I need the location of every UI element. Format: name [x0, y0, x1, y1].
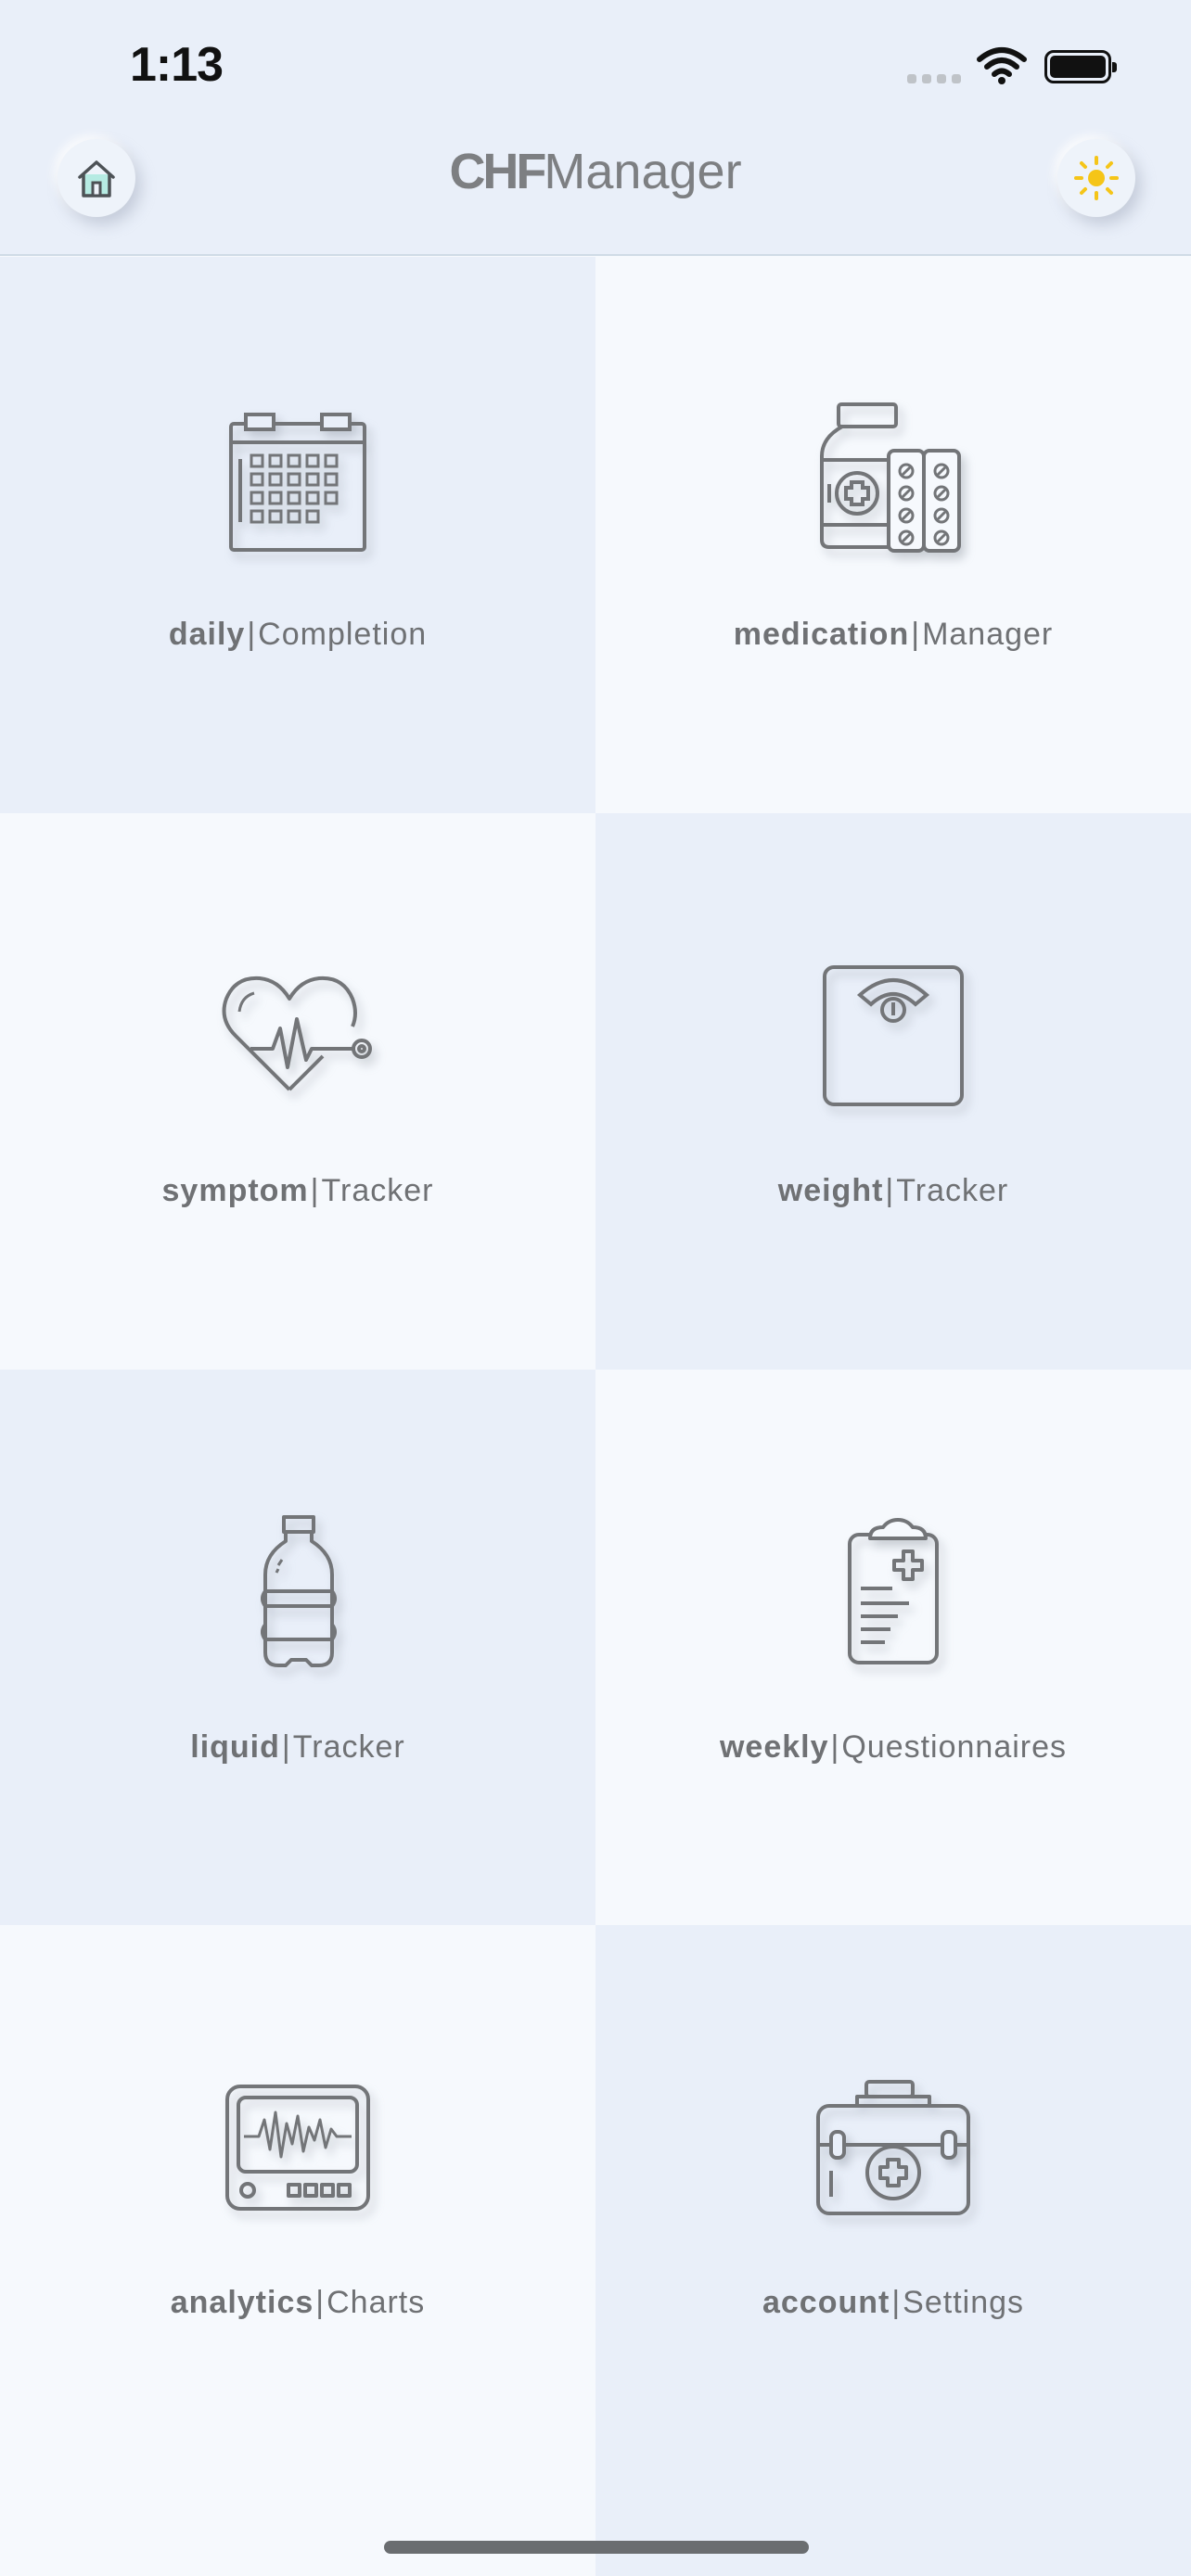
tile-label: liquid|Tracker	[190, 1729, 405, 1765]
medical-kit-icon	[810, 2064, 977, 2231]
app-title: CHFManager	[449, 144, 742, 199]
monitor-icon	[214, 2064, 381, 2231]
status-bar: 1:13	[0, 0, 1191, 130]
tile-daily-completion[interactable]: daily|Completion	[0, 257, 596, 813]
medicine-bottle-icon	[810, 396, 977, 563]
tile-label: weekly|Questionnaires	[719, 1729, 1068, 1765]
tile-liquid-tracker[interactable]: liquid|Tracker	[0, 1370, 596, 1925]
tile-analytics-charts[interactable]: analytics|Charts	[0, 1925, 596, 2576]
tile-weight-tracker[interactable]: weight|Tracker	[596, 813, 1191, 1370]
clipboard-icon	[810, 1509, 977, 1676]
heart-stethoscope-icon	[214, 952, 381, 1119]
theme-toggle-button[interactable]	[1057, 139, 1135, 217]
tile-label: weight|Tracker	[777, 1173, 1009, 1208]
cellular-signal-icon	[907, 74, 961, 83]
calendar-icon	[214, 396, 381, 563]
water-bottle-icon	[214, 1509, 381, 1676]
status-time: 1:13	[130, 38, 224, 92]
tile-label: account|Settings	[762, 2285, 1025, 2320]
tile-medication-manager[interactable]: medication|Manager	[596, 257, 1191, 813]
tile-account-settings[interactable]: account|Settings	[596, 1925, 1191, 2576]
menu-grid: daily|Completion medication|Manager symp…	[0, 257, 1191, 2576]
tile-weekly-questionnaires[interactable]: weekly|Questionnaires	[596, 1370, 1191, 1925]
app-header: CHFManager	[0, 130, 1191, 256]
wifi-icon	[976, 46, 1028, 90]
sun-icon	[1074, 156, 1119, 200]
tile-label: daily|Completion	[168, 617, 428, 652]
tile-label: analytics|Charts	[170, 2285, 426, 2320]
battery-icon	[1044, 50, 1117, 83]
home-indicator[interactable]	[384, 2541, 809, 2554]
tile-label: medication|Manager	[733, 617, 1054, 652]
scale-icon	[810, 952, 977, 1119]
tile-label: symptom|Tracker	[161, 1173, 434, 1208]
tile-symptom-tracker[interactable]: symptom|Tracker	[0, 813, 596, 1370]
